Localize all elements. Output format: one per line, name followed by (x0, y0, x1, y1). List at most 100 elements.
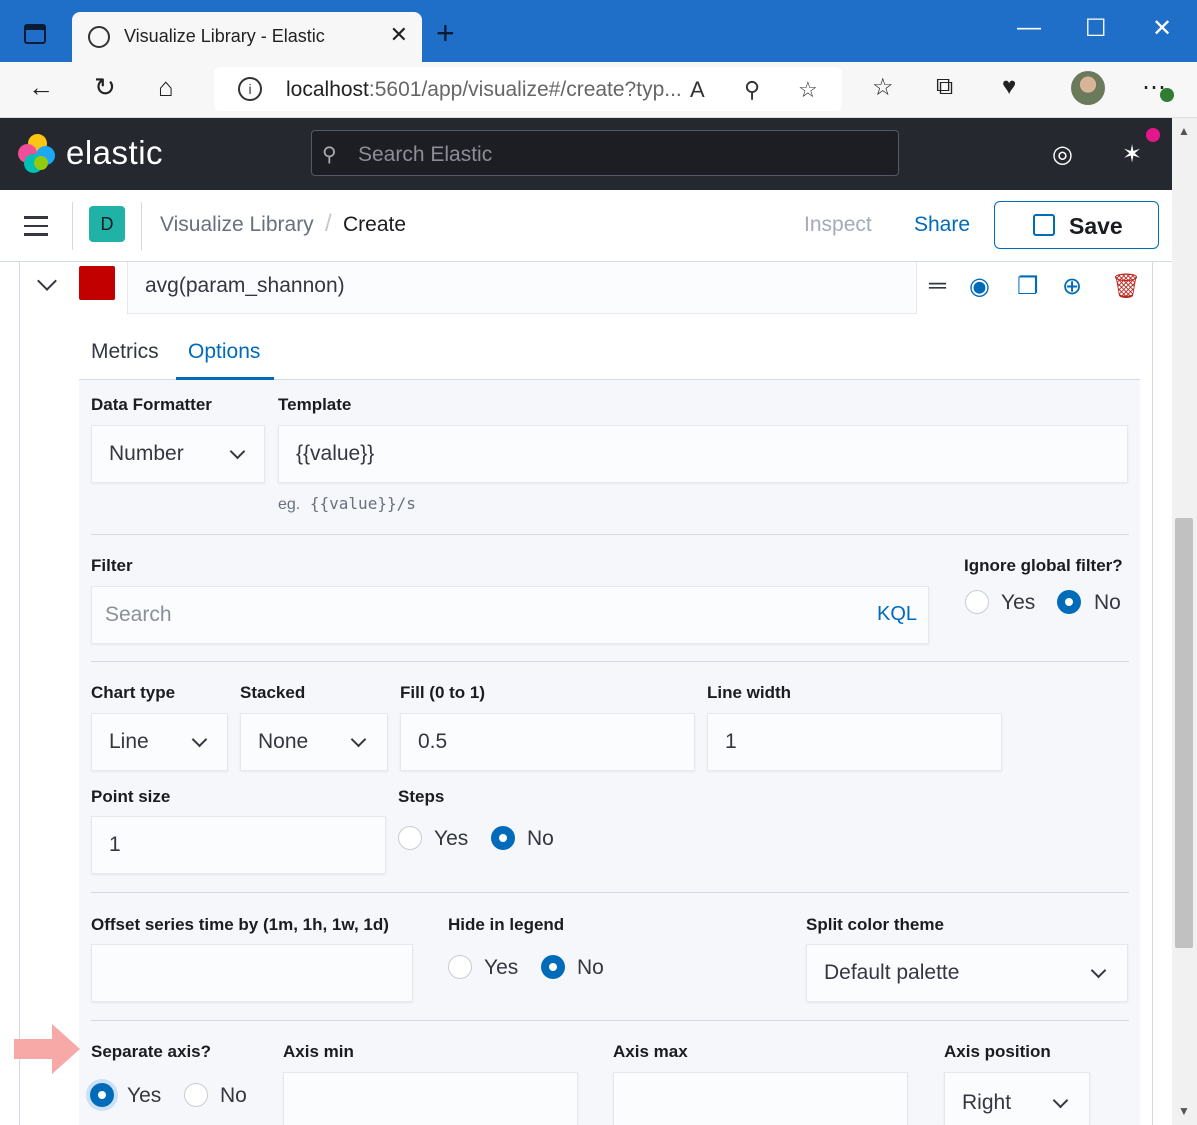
radio-label: Yes (127, 1084, 162, 1107)
line-width-input[interactable]: 1 (707, 713, 1002, 771)
radio-label: No (220, 1084, 247, 1107)
search-elastic-input[interactable]: ⚲ Search Elastic (311, 130, 899, 176)
url-text: localhost:5601/app/visualize#/create?typ… (286, 78, 682, 101)
separate-axis-no-radio[interactable] (184, 1083, 208, 1107)
filter-label: Filter (91, 556, 133, 575)
close-window-icon[interactable]: ✕ (1152, 14, 1172, 43)
separate-axis-yes-radio[interactable] (90, 1083, 114, 1107)
series-color-swatch[interactable] (79, 266, 115, 300)
hide-in-legend-label: Hide in legend (448, 915, 565, 934)
elastic-logo-icon[interactable] (18, 134, 56, 173)
news-badge-icon (1146, 128, 1160, 142)
divider (91, 1020, 1129, 1021)
offset-label: Offset series time by (1m, 1h, 1w, 1d) (91, 915, 389, 934)
toggle-visibility-icon[interactable]: ◉ (969, 272, 990, 301)
stacked-select[interactable]: None (240, 713, 388, 771)
site-info-icon[interactable]: i (238, 77, 262, 101)
radio-label: Yes (434, 827, 469, 850)
help-icon[interactable]: ◎ (1052, 140, 1073, 169)
add-favorite-icon[interactable]: ☆ (798, 77, 818, 103)
browser-titlebar: Visualize Library - Elastic ✕ + — ☐ ✕ (0, 0, 1197, 62)
axis-min-label: Axis min (283, 1042, 354, 1061)
update-badge-icon (1160, 88, 1174, 102)
new-tab-button[interactable]: + (436, 17, 455, 49)
back-arrow-icon[interactable]: ← (28, 72, 54, 103)
read-aloud-icon[interactable]: A (690, 77, 705, 103)
chart-type-select[interactable]: Line (91, 713, 228, 771)
point-size-input[interactable]: 1 (91, 816, 386, 874)
space-avatar[interactable]: D (89, 206, 125, 242)
breadcrumb-visualize-library[interactable]: Visualize Library (160, 213, 314, 237)
add-series-icon[interactable]: ⊕ (1062, 272, 1082, 301)
tab-options[interactable]: Options (188, 340, 260, 364)
breadcrumb-separator: / (325, 210, 332, 237)
tab-actions-icon[interactable] (24, 24, 46, 44)
steps-no-radio[interactable] (491, 826, 515, 850)
breadcrumb-create: Create (343, 213, 407, 236)
chevron-down-icon (1052, 1092, 1069, 1109)
split-color-theme-select[interactable]: Default palette (806, 944, 1128, 1002)
collapse-chevron-icon[interactable] (37, 271, 57, 291)
axis-position-select[interactable]: Right (944, 1072, 1090, 1125)
maximize-icon[interactable]: ☐ (1085, 14, 1107, 43)
collections-icon[interactable]: ⧉ (936, 73, 953, 101)
profile-avatar[interactable] (1071, 71, 1105, 105)
line-width-label: Line width (707, 683, 792, 702)
ignore-global-no-radio[interactable] (1057, 590, 1081, 614)
elastic-header: elastic ⚲ Search Elastic ◎ ✶ (0, 118, 1172, 190)
scrollbar-thumb[interactable] (1175, 518, 1193, 948)
minimize-icon[interactable]: — (1017, 14, 1041, 42)
steps-label: Steps (398, 787, 445, 806)
hide-legend-yes-radio[interactable] (448, 955, 472, 979)
close-tab-icon[interactable]: ✕ (390, 22, 408, 48)
template-label: Template (278, 395, 352, 414)
divider (72, 202, 73, 250)
hide-legend-no-radio[interactable] (541, 955, 565, 979)
browser-tab[interactable]: Visualize Library - Elastic ✕ (72, 12, 422, 62)
menu-icon[interactable] (24, 216, 48, 242)
kql-toggle-button[interactable]: KQL (877, 603, 917, 626)
address-bar[interactable]: i localhost:5601/app/visualize#/create?t… (214, 67, 842, 111)
delete-series-icon[interactable]: 🗑 (1111, 272, 1141, 301)
series-label-input[interactable]: avg(param_shannon) (127, 262, 917, 314)
radio-label: No (1094, 591, 1121, 614)
filter-input[interactable]: Search (91, 586, 929, 644)
data-formatter-label: Data Formatter (91, 395, 212, 414)
health-icon[interactable]: ♥ (1002, 73, 1016, 101)
divider (91, 661, 1129, 662)
home-icon[interactable]: ⌂ (158, 72, 174, 103)
axis-max-label: Axis max (613, 1042, 688, 1061)
drag-handle-icon[interactable]: ═ (929, 272, 946, 300)
news-icon[interactable]: ✶ (1122, 140, 1142, 169)
steps-yes-radio[interactable] (398, 826, 422, 850)
favorites-icon[interactable]: ☆ (872, 73, 894, 102)
fill-label: Fill (0 to 1) (400, 683, 485, 702)
offset-input[interactable] (91, 944, 413, 1002)
zoom-icon[interactable]: ⚲ (744, 77, 760, 103)
template-input[interactable]: {{value}} (278, 425, 1128, 483)
save-button[interactable]: Save (994, 201, 1159, 249)
clone-series-icon[interactable]: ❐ (1017, 272, 1039, 301)
scroll-up-icon[interactable]: ▲ (1178, 124, 1190, 138)
radio-label: No (577, 956, 604, 979)
ignore-global-filter-label: Ignore global filter? (964, 556, 1123, 575)
fill-input[interactable]: 0.5 (400, 713, 695, 771)
template-help-text: eg. {{value}}/s (278, 494, 416, 513)
logo-text: elastic (66, 134, 164, 171)
reload-icon[interactable]: ↻ (94, 72, 116, 103)
tab-title: Visualize Library - Elastic (124, 26, 325, 46)
chevron-down-icon (229, 443, 246, 460)
ignore-global-yes-radio[interactable] (965, 590, 989, 614)
tab-metrics[interactable]: Metrics (91, 340, 159, 364)
scroll-down-icon[interactable]: ▼ (1178, 1104, 1190, 1118)
radio-label: Yes (1001, 591, 1036, 614)
axis-max-input[interactable] (613, 1072, 908, 1125)
stacked-label: Stacked (240, 683, 306, 702)
data-formatter-select[interactable]: Number (91, 425, 265, 483)
chart-type-label: Chart type (91, 683, 176, 702)
inspect-button[interactable]: Inspect (804, 213, 872, 237)
chevron-down-icon (350, 731, 367, 748)
axis-min-input[interactable] (283, 1072, 578, 1125)
share-button[interactable]: Share (914, 213, 970, 237)
separate-axis-label: Separate axis? (91, 1042, 212, 1061)
